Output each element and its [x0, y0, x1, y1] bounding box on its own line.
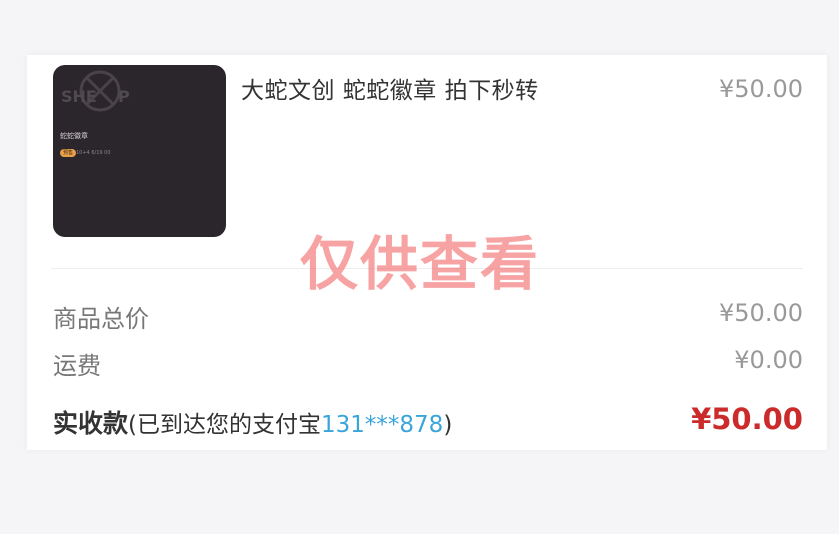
product-image[interactable]: SHE P 蛇蛇徽章 预售 10+4 6/19 00	[53, 65, 226, 237]
shipping-label: 运费	[53, 352, 101, 380]
image-title: 蛇蛇徽章	[60, 132, 88, 140]
received-value: ¥50.00	[691, 402, 803, 436]
product-price: ¥50.00	[719, 75, 803, 103]
svg-text:SHE: SHE	[61, 87, 97, 106]
view-only-watermark: 仅供查看	[300, 230, 541, 298]
received-amount-line: 实收款(已到达您的支付宝131***878)	[53, 404, 452, 440]
subtotal-label: 商品总价	[53, 305, 149, 333]
subtotal-value: ¥50.00	[719, 299, 803, 327]
image-code: 10+4 6/19 00	[76, 150, 111, 156]
shipping-value: ¥0.00	[734, 346, 803, 374]
received-label: 实收款	[53, 409, 129, 438]
svg-text:P: P	[118, 87, 130, 106]
image-tag: 预售	[60, 149, 77, 157]
received-note-suffix: )	[443, 412, 453, 438]
received-note-prefix: (已到达您的支付宝	[128, 412, 321, 438]
alipay-account-link[interactable]: 131***878	[321, 412, 443, 438]
product-title[interactable]: 大蛇文创 蛇蛇徽章 拍下秒转	[241, 71, 539, 105]
badge-logo-icon: SHE P	[61, 70, 130, 112]
